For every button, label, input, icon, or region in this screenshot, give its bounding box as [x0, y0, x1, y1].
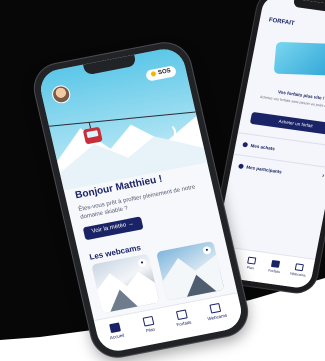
ticket-icon [270, 259, 281, 268]
weather-button[interactable]: Voir la météo → [82, 216, 144, 241]
page-title: FORFAIT [268, 17, 295, 27]
map-icon [247, 256, 257, 265]
webcam-image [162, 254, 225, 301]
ski-pass-card-image [273, 41, 325, 76]
nav-plan[interactable]: Plan [133, 314, 166, 335]
nav-forfaits[interactable]: Forfaits [262, 259, 288, 275]
chevron-right-icon: › [321, 173, 325, 180]
webcam-image [97, 271, 160, 314]
map-icon [142, 315, 155, 327]
camera-icon [294, 263, 304, 272]
camera-icon [209, 302, 222, 314]
ticket-icon [175, 309, 188, 321]
nav-label: Forfaits [267, 268, 281, 275]
row-label: Mes achats [250, 143, 276, 152]
nav-label: Webcams [289, 271, 306, 278]
webcam-thumbnail[interactable]: ● [91, 253, 160, 314]
nav-plan[interactable]: Plan [238, 255, 264, 271]
nav-label: Forfaits [175, 319, 192, 328]
nav-label: Webcams [206, 312, 228, 322]
buy-pass-button[interactable]: Acheter un forfait [249, 111, 325, 137]
row-label: Mes participants [245, 164, 283, 175]
nav-webcams[interactable]: Webcams [200, 301, 233, 322]
sos-dot-icon [150, 70, 157, 77]
nav-label: Plan [145, 326, 156, 334]
people-icon [238, 163, 244, 170]
nav-forfaits[interactable]: Forfaits [166, 307, 199, 328]
home-icon [109, 322, 121, 334]
webcam-thumbnail[interactable]: ● [156, 240, 225, 301]
nav-webcams[interactable]: Webcams [286, 262, 312, 278]
nav-label: Accueil [109, 332, 125, 341]
cart-icon [242, 141, 249, 148]
nav-label: Plan [246, 265, 255, 271]
nav-accueil[interactable]: Accueil [99, 320, 132, 341]
notch [292, 0, 325, 13]
sos-label: SOS [157, 68, 172, 77]
